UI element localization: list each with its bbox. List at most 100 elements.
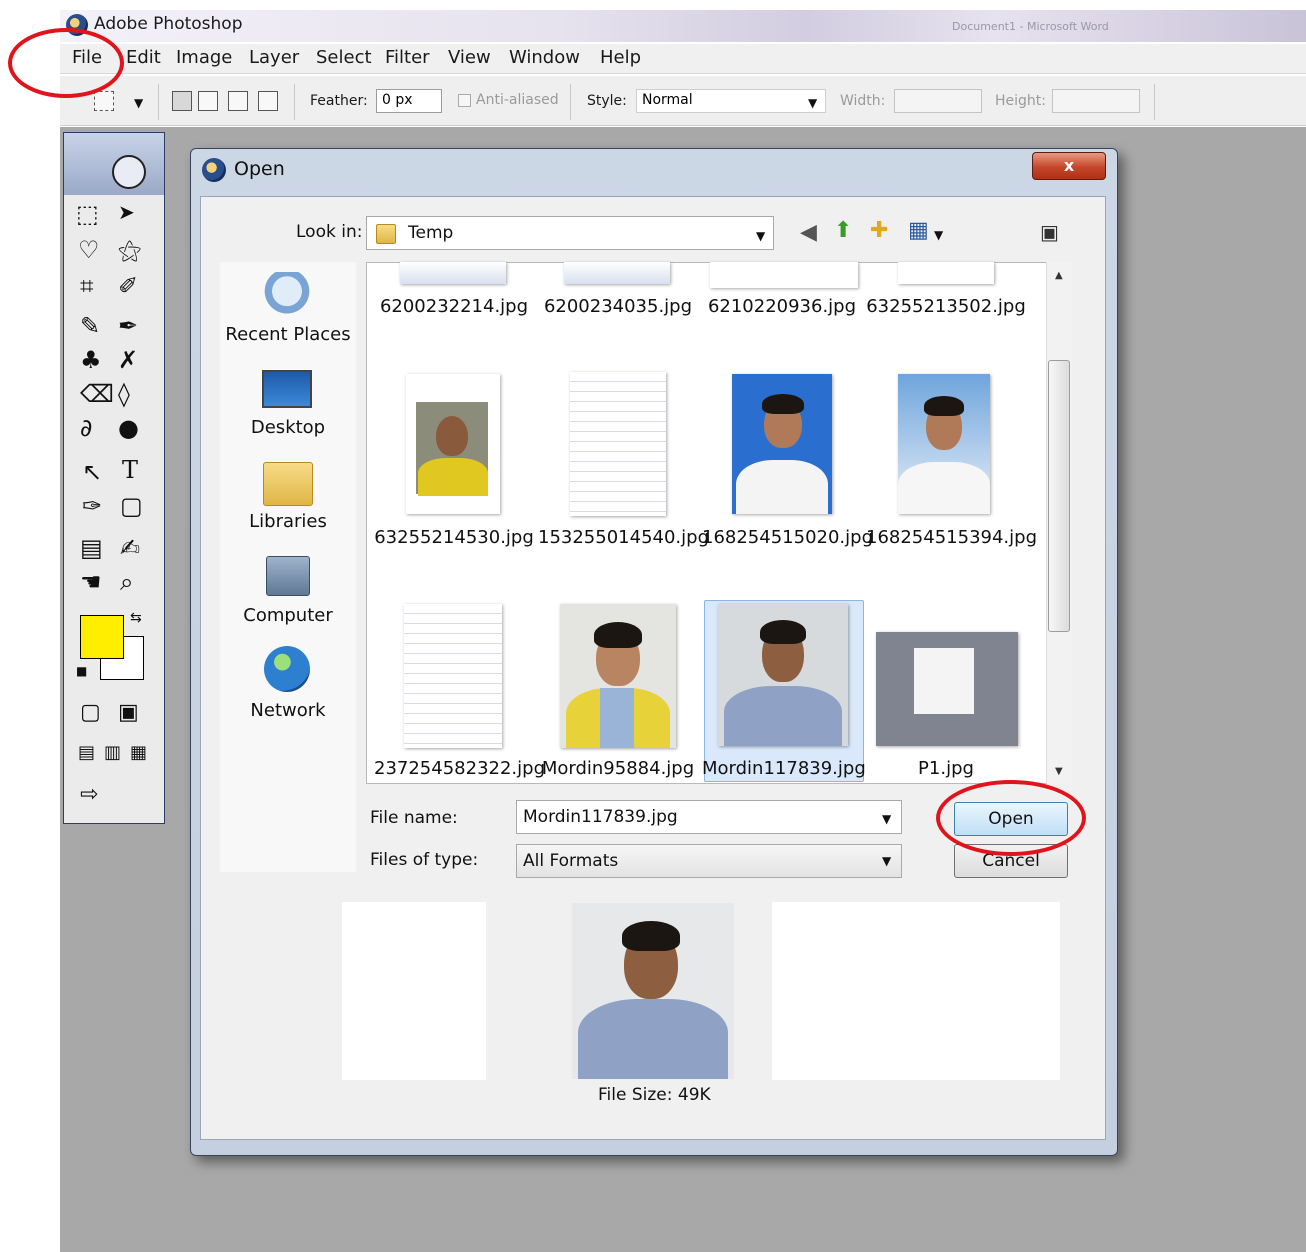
place-recent-places[interactable]: Recent Places (220, 324, 356, 345)
file-name-label[interactable]: 6210220936.jpg (702, 296, 862, 317)
magic-wand-tool-icon[interactable]: ⚝ (118, 236, 141, 264)
feather-input[interactable]: 0 px (376, 89, 442, 113)
place-network[interactable]: Network (220, 700, 356, 721)
height-input[interactable] (1052, 89, 1140, 113)
screen-mode-standard-icon[interactable]: ▤ (78, 742, 95, 763)
quick-mask-mode-icon[interactable]: ▣ (118, 700, 139, 725)
file-thumbnail[interactable] (710, 262, 858, 288)
view-menu-arrow-icon[interactable]: ▼ (934, 228, 943, 242)
file-name-dropdown-arrow-icon[interactable]: ▼ (882, 812, 891, 826)
file-thumbnail[interactable] (732, 374, 832, 514)
menu-edit[interactable]: Edit (126, 47, 161, 68)
file-browser-icon[interactable]: ▣ (1040, 220, 1059, 244)
width-input[interactable] (894, 89, 982, 113)
file-thumbnail[interactable] (898, 374, 990, 514)
brush-tool-icon[interactable]: ✒ (118, 312, 138, 340)
close-button[interactable]: x (1032, 152, 1106, 180)
files-of-type-arrow-icon[interactable]: ▼ (882, 854, 891, 868)
person-body (898, 462, 990, 514)
file-name-label[interactable]: 6200232214.jpg (374, 296, 534, 317)
dialog-photoshop-icon (202, 158, 226, 182)
swap-colors-icon[interactable]: ⇆ (130, 610, 142, 626)
file-name-input[interactable]: Mordin117839.jpg (516, 800, 902, 834)
notes-tool-icon[interactable]: ▤ (80, 534, 103, 562)
menu-layer[interactable]: Layer (249, 47, 299, 68)
preset-dropdown-arrow-icon[interactable]: ▼ (134, 96, 143, 110)
file-name-label[interactable]: 153255014540.jpg (538, 527, 709, 548)
back-icon[interactable]: ◀ (800, 220, 817, 245)
file-name-label[interactable]: 168254515394.jpg (866, 527, 1037, 548)
new-folder-icon[interactable]: ✚ (870, 218, 888, 243)
menu-select[interactable]: Select (316, 47, 372, 68)
view-menu-icon[interactable]: ▦ (908, 218, 929, 243)
files-of-type-label: Files of type: (370, 850, 479, 870)
history-brush-tool-icon[interactable]: ✗ (118, 346, 138, 374)
standard-mode-icon[interactable]: ▢ (80, 700, 101, 725)
file-name-label[interactable]: 237254582322.jpg (374, 758, 545, 779)
eyedropper-tool-icon[interactable]: ✍ (120, 534, 140, 562)
scrollbar-thumb[interactable] (1048, 360, 1070, 632)
file-thumbnail[interactable] (564, 262, 670, 284)
screen-mode-full-icon[interactable]: ▦ (130, 742, 147, 763)
lasso-tool-icon[interactable]: ♡ (78, 236, 100, 264)
file-name-label[interactable]: Mordin95884.jpg (538, 758, 698, 779)
person-hair (760, 620, 806, 644)
file-name-label[interactable]: 6200234035.jpg (538, 296, 698, 317)
file-thumbnail[interactable] (570, 372, 666, 516)
intersect-selection-icon[interactable] (258, 91, 278, 111)
paint-bucket-tool-icon[interactable]: ◊ (118, 380, 130, 408)
file-name-label[interactable]: 168254515020.jpg (702, 527, 873, 548)
shape-tool-icon[interactable]: ▢ (120, 492, 143, 520)
subtract-selection-icon[interactable] (228, 91, 248, 111)
path-selection-tool-icon[interactable]: ↖ (82, 458, 102, 486)
app-title-bar (60, 10, 1306, 42)
file-name-label[interactable]: 63255214530.jpg (374, 527, 534, 548)
default-colors-icon[interactable]: ■ (76, 664, 87, 678)
look-in-arrow-icon[interactable]: ▼ (756, 229, 765, 243)
dodge-tool-icon[interactable]: ● (118, 414, 139, 442)
healing-brush-tool-icon[interactable]: ✎ (80, 312, 100, 340)
up-folder-icon[interactable]: ⬆ (834, 218, 852, 243)
menu-filter[interactable]: Filter (385, 47, 430, 68)
menu-image[interactable]: Image (176, 47, 232, 68)
file-name-label[interactable]: P1.jpg (866, 758, 1026, 779)
add-selection-icon[interactable] (198, 91, 218, 111)
pen-tool-icon[interactable]: ✑ (82, 492, 102, 520)
place-computer[interactable]: Computer (220, 605, 356, 626)
style-select[interactable]: Normal (636, 89, 826, 113)
slice-tool-icon[interactable]: ✐ (118, 272, 138, 300)
file-thumbnail[interactable] (406, 374, 500, 514)
marquee-preset-icon[interactable] (94, 91, 114, 111)
blur-tool-icon[interactable]: ∂ (80, 414, 92, 442)
place-libraries[interactable]: Libraries (220, 511, 356, 532)
zoom-tool-icon[interactable]: ⌕ (120, 568, 133, 596)
file-thumbnail[interactable] (876, 632, 1018, 746)
eraser-tool-icon[interactable]: ⌫ (80, 380, 114, 408)
file-thumbnail[interactable] (404, 604, 502, 748)
stamp-tool-icon[interactable]: ♣ (80, 346, 102, 374)
file-thumbnail[interactable] (400, 262, 506, 284)
file-name-label-selected[interactable]: Mordin117839.jpg (702, 758, 866, 779)
scroll-down-icon[interactable]: ▼ (1055, 766, 1063, 777)
file-thumbnail[interactable] (898, 262, 994, 284)
menu-help[interactable]: Help (600, 47, 641, 68)
marquee-tool-icon[interactable]: ⬚ (76, 200, 99, 228)
type-tool-icon[interactable]: T (122, 456, 138, 484)
hand-tool-icon[interactable]: ☚ (80, 568, 102, 596)
new-selection-icon[interactable] (172, 91, 192, 111)
place-desktop[interactable]: Desktop (220, 417, 356, 438)
jump-to-imageready-icon[interactable]: ⇨ (80, 782, 98, 807)
screen-mode-full-menu-icon[interactable]: ▥ (104, 742, 121, 763)
scroll-up-icon[interactable]: ▲ (1055, 270, 1063, 281)
file-thumbnail[interactable] (560, 604, 676, 748)
foreground-color-swatch[interactable] (80, 615, 124, 659)
file-thumbnail[interactable] (718, 604, 848, 746)
move-tool-icon[interactable]: ➤ (118, 200, 135, 224)
files-of-type-select[interactable]: All Formats (516, 844, 902, 878)
anti-aliased-checkbox[interactable] (458, 94, 471, 107)
file-name-label[interactable]: 63255213502.jpg (866, 296, 1026, 317)
menu-window[interactable]: Window (509, 47, 580, 68)
crop-tool-icon[interactable]: ⌗ (80, 272, 94, 300)
menu-view[interactable]: View (448, 47, 491, 68)
style-dropdown-arrow-icon[interactable]: ▼ (808, 96, 817, 110)
